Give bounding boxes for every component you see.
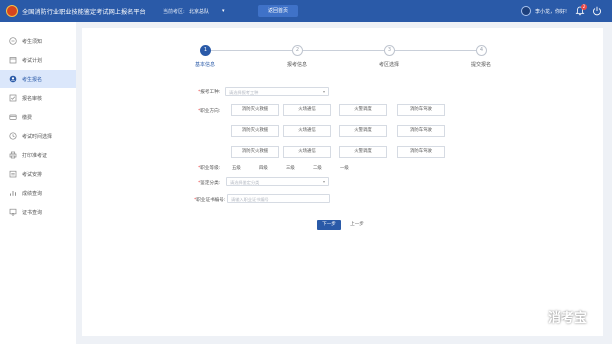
step-3-label: 考区选择 — [378, 62, 400, 68]
app-title: 全国消防行业职业技能鉴定考试网上报名平台 — [22, 9, 146, 16]
sidebar-item-arrangement[interactable]: 考试安排 — [0, 165, 76, 183]
certificate-icon — [9, 208, 17, 216]
power-icon[interactable] — [592, 6, 602, 16]
direction-option[interactable]: 消防灭火救援 — [231, 125, 279, 137]
sidebar-item-label: 缴费 — [22, 115, 33, 121]
cert-placeholder: 请输入职业证书编号 — [231, 196, 269, 202]
notification-badge: 2 — [581, 4, 587, 10]
sidebar-item-label: 考试计划 — [22, 58, 43, 64]
trade-select[interactable]: 请选择报考工种 ▾ — [225, 87, 329, 96]
direction-option[interactable]: 火警调度 — [339, 125, 387, 137]
sidebar-item-payment[interactable]: 缴费 — [0, 108, 76, 126]
category-label: *鉴定分类: — [198, 181, 221, 186]
sidebar-item-label: 证书查询 — [22, 210, 43, 216]
direction-option[interactable]: 消防灭火救援 — [231, 104, 279, 116]
direction-option[interactable]: 火场通信 — [283, 125, 331, 137]
sidebar-item-label: 成绩查询 — [22, 191, 43, 197]
level-option[interactable]: 四级 — [259, 165, 268, 171]
direction-option[interactable]: 消防车驾驶 — [397, 104, 445, 116]
watermark-text: 消考宝 — [548, 311, 588, 326]
step-4-indicator: 4 — [476, 45, 487, 56]
direction-option[interactable]: 消防车驾驶 — [397, 146, 445, 158]
sidebar-item-label: 考生报名 — [22, 77, 43, 83]
sidebar-item-label: 报名审核 — [22, 96, 43, 102]
direction-option[interactable]: 消防灭火救援 — [231, 146, 279, 158]
direction-label: *职业方向: — [198, 109, 221, 114]
category-select[interactable]: 请选择鉴定分类 ▾ — [226, 177, 329, 186]
avatar[interactable] — [521, 6, 531, 16]
direction-option[interactable]: 火场通信 — [283, 146, 331, 158]
cert-number-input[interactable]: 请输入职业证书编号 — [227, 194, 330, 203]
step-1-label: 基本信息 — [194, 62, 216, 68]
sidebar-item-label: 考生须知 — [22, 39, 43, 45]
chart-icon — [10, 191, 16, 196]
prev-button[interactable]: 上一步 — [345, 220, 369, 230]
calendar-icon — [9, 57, 17, 64]
user-greeting: 李小龙，你好! — [535, 9, 568, 15]
sidebar-item-score[interactable]: 成绩查询 — [0, 184, 76, 202]
sidebar-item-print[interactable]: 打印准考证 — [0, 146, 76, 164]
print-icon — [9, 151, 17, 159]
sidebar-item-label: 考试安排 — [22, 172, 43, 178]
step-connector — [395, 50, 476, 51]
step-4-label: 提交报名 — [470, 62, 492, 68]
direction-option[interactable]: 火场通信 — [283, 104, 331, 116]
region-label: 当前考区: — [163, 9, 185, 15]
schedule-icon — [9, 170, 17, 178]
level-option[interactable]: 二级 — [313, 165, 322, 171]
clipboard-icon — [9, 37, 17, 45]
level-option[interactable]: 三级 — [286, 165, 295, 171]
next-button[interactable]: 下一步 — [317, 220, 341, 230]
level-option[interactable]: 五级 — [232, 165, 241, 171]
chevron-down-icon[interactable]: ▾ — [222, 8, 225, 14]
sidebar-item-certificate[interactable]: 证书查询 — [0, 203, 76, 221]
step-1-indicator: 1 — [200, 45, 211, 56]
chevron-down-icon: ▾ — [322, 179, 325, 184]
fire-emblem-logo — [6, 5, 18, 17]
level-label: *职业等级: — [198, 166, 221, 171]
sidebar-item-label: 打印准考证 — [22, 153, 48, 159]
region-selector[interactable]: 北京总队 — [189, 8, 209, 15]
chevron-down-icon: ▾ — [322, 89, 325, 94]
step-3-indicator: 3 — [384, 45, 395, 56]
clock-icon — [9, 132, 17, 140]
top-bar: 全国消防行业职业技能鉴定考试网上报名平台 当前考区: 北京总队 ▾ 返回首页 李… — [0, 0, 612, 22]
trade-placeholder: 请选择报考工种 — [229, 89, 259, 95]
payment-icon — [9, 114, 17, 120]
cert-label: *职业证书编号: — [194, 198, 226, 203]
sidebar-item-review[interactable]: 报名审核 — [0, 89, 76, 107]
direction-option[interactable]: 消防车驾驶 — [397, 125, 445, 137]
sidebar: 考生须知 考试计划 考生报名 报名审核 缴费 考试时间选择 打印准考证 考试安排… — [0, 22, 76, 344]
home-button[interactable]: 返回首页 — [258, 5, 298, 17]
direction-option[interactable]: 火警调度 — [339, 146, 387, 158]
sidebar-item-label: 考试时间选择 — [22, 134, 53, 140]
step-2-label: 报考信息 — [286, 62, 308, 68]
step-connector — [211, 50, 292, 51]
sidebar-item-time-select[interactable]: 考试时间选择 — [0, 127, 76, 145]
sidebar-item-register[interactable]: 考生报名 — [0, 70, 76, 88]
trade-label: *报考工种: — [198, 90, 221, 95]
level-option[interactable]: 一级 — [340, 165, 349, 171]
sidebar-item-notice[interactable]: 考生须知 — [0, 32, 76, 50]
check-icon — [9, 94, 17, 102]
main-content — [82, 28, 603, 336]
wechat-icon — [521, 307, 543, 325]
sidebar-item-plan[interactable]: 考试计划 — [0, 51, 76, 69]
step-2-indicator: 2 — [292, 45, 303, 56]
step-connector — [303, 50, 384, 51]
user-add-icon — [9, 75, 17, 83]
direction-option[interactable]: 火警调度 — [339, 104, 387, 116]
category-placeholder: 请选择鉴定分类 — [230, 179, 260, 185]
